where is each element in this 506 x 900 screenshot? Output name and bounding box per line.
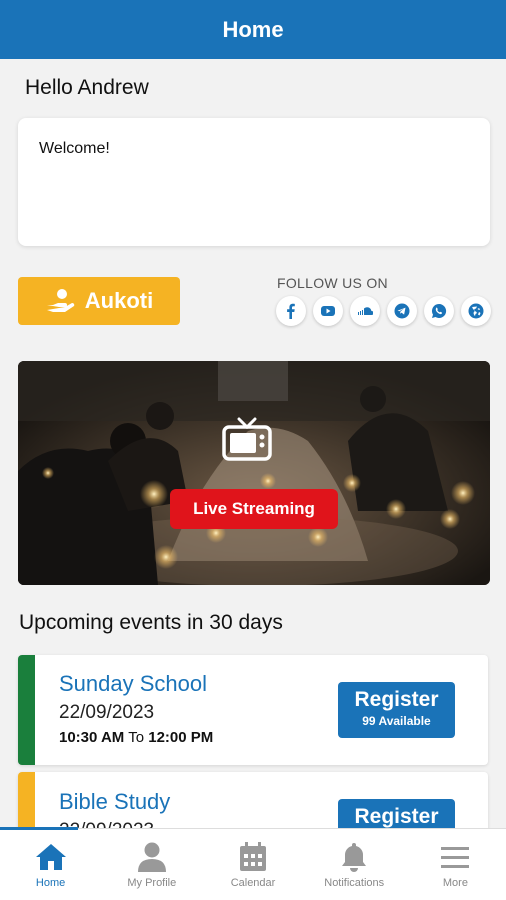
bell-icon [342,843,367,872]
nav-more[interactable]: More [405,829,506,900]
nav-label: Home [35,877,66,889]
welcome-card: Welcome! [18,118,490,246]
event-time: 10:30 AM To 12:00 PM [59,729,213,746]
event-date: 22/09/2023 [59,702,155,723]
giving-hand-icon [46,289,75,312]
telegram-icon[interactable] [387,296,417,326]
event-start-time: 10:30 AM [59,729,125,746]
calendar-icon [240,842,266,871]
event-title: Sunday School [59,671,207,696]
home-icon [35,844,66,870]
aukoti-button[interactable]: Aukoti [18,277,180,325]
menu-icon [441,847,470,868]
live-streaming-banner[interactable]: Live Streaming [18,361,490,585]
nav-label: More [442,877,468,889]
soundcloud-icon[interactable] [350,296,380,326]
aukoti-label: Aukoti [84,288,154,313]
nav-label: Notifications [324,877,385,889]
page-title: Home [222,16,284,42]
bottom-navigation: Home My Profile Calendar Notifications M… [0,827,506,900]
app-header: Home [0,0,506,59]
nav-home[interactable]: Home [0,829,101,900]
register-label: Register [354,688,439,711]
globe-icon[interactable] [461,296,491,326]
candlelight-prayer-image [18,361,490,585]
event-color-bar [18,655,35,765]
social-links [276,296,491,326]
register-button[interactable]: Register 99 Available [338,682,455,738]
register-label: Register [354,805,439,828]
greeting-text: Hello Andrew [25,76,149,99]
nav-label: My Profile [127,877,177,889]
whatsapp-icon[interactable] [424,296,454,326]
event-time-separator: To [128,729,145,746]
profile-icon [137,842,166,872]
facebook-icon[interactable] [276,296,306,326]
nav-my-profile[interactable]: My Profile [101,829,202,900]
live-streaming-button[interactable]: Live Streaming [170,489,338,529]
follow-us-label: FOLLOW US ON [277,275,388,291]
youtube-icon[interactable] [313,296,343,326]
nav-calendar[interactable]: Calendar [202,829,303,900]
event-card[interactable]: Sunday School 22/09/2023 10:30 AM To 12:… [18,655,488,765]
nav-label: Calendar [230,877,276,889]
upcoming-events-title: Upcoming events in 30 days [19,611,283,634]
event-title: Bible Study [59,789,171,814]
tv-icon [222,417,272,461]
nav-notifications[interactable]: Notifications [304,829,405,900]
event-end-time: 12:00 PM [148,729,214,746]
active-tab-indicator [0,827,78,830]
welcome-text: Welcome! [39,140,110,157]
availability-label: 99 Available [362,714,431,728]
